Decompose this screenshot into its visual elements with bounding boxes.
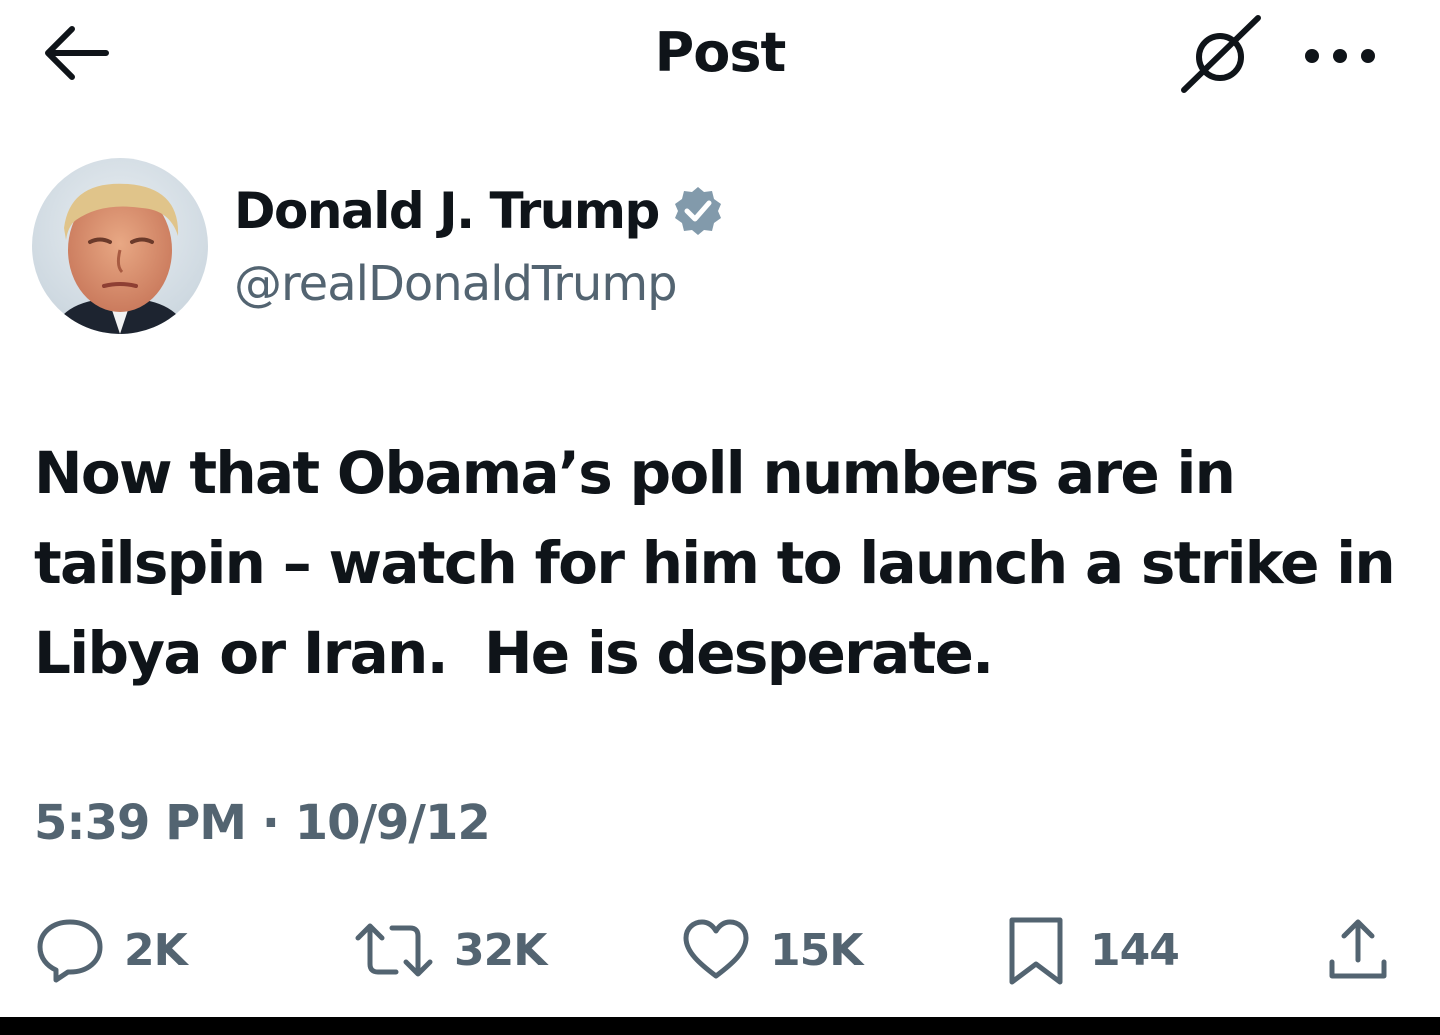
author-name-row[interactable]: Donald J. Trump — [234, 178, 725, 244]
post-text: Now that Obama’s poll numbers are in tai… — [34, 439, 1396, 687]
verified-badge-icon — [674, 187, 721, 235]
like-count: 15K — [770, 924, 863, 976]
grok-icon — [1181, 15, 1261, 93]
reply-count: 2K — [124, 924, 188, 976]
share-button[interactable] — [1322, 910, 1394, 990]
profile-photo — [32, 158, 208, 334]
grok-button[interactable] — [1176, 12, 1266, 94]
bottom-edge-strip — [0, 1017, 1440, 1035]
author-display-name[interactable]: Donald J. Trump — [234, 178, 660, 244]
repost-icon — [355, 923, 433, 977]
reply-icon — [37, 919, 103, 983]
bookmark-count: 144 — [1090, 924, 1180, 976]
top-bar: Post — [0, 0, 1440, 110]
reply-button[interactable]: 2K — [34, 910, 188, 990]
avatar[interactable] — [32, 158, 208, 334]
action-bar: 2K 32K 15K 144 — [0, 910, 1440, 990]
share-icon — [1329, 919, 1387, 979]
repost-count: 32K — [454, 924, 547, 976]
heart-icon — [683, 919, 749, 979]
like-button[interactable]: 15K — [680, 910, 863, 990]
bookmark-icon — [1009, 917, 1063, 985]
post-timestamp[interactable]: 5:39 PM · 10/9/12 — [34, 790, 491, 856]
more-horizontal-icon — [1305, 49, 1375, 63]
author-handle[interactable]: @realDonaldTrump — [234, 252, 678, 316]
more-options-button[interactable] — [1290, 20, 1390, 90]
repost-button[interactable]: 32K — [352, 910, 547, 990]
bookmark-button[interactable]: 144 — [1000, 910, 1180, 990]
